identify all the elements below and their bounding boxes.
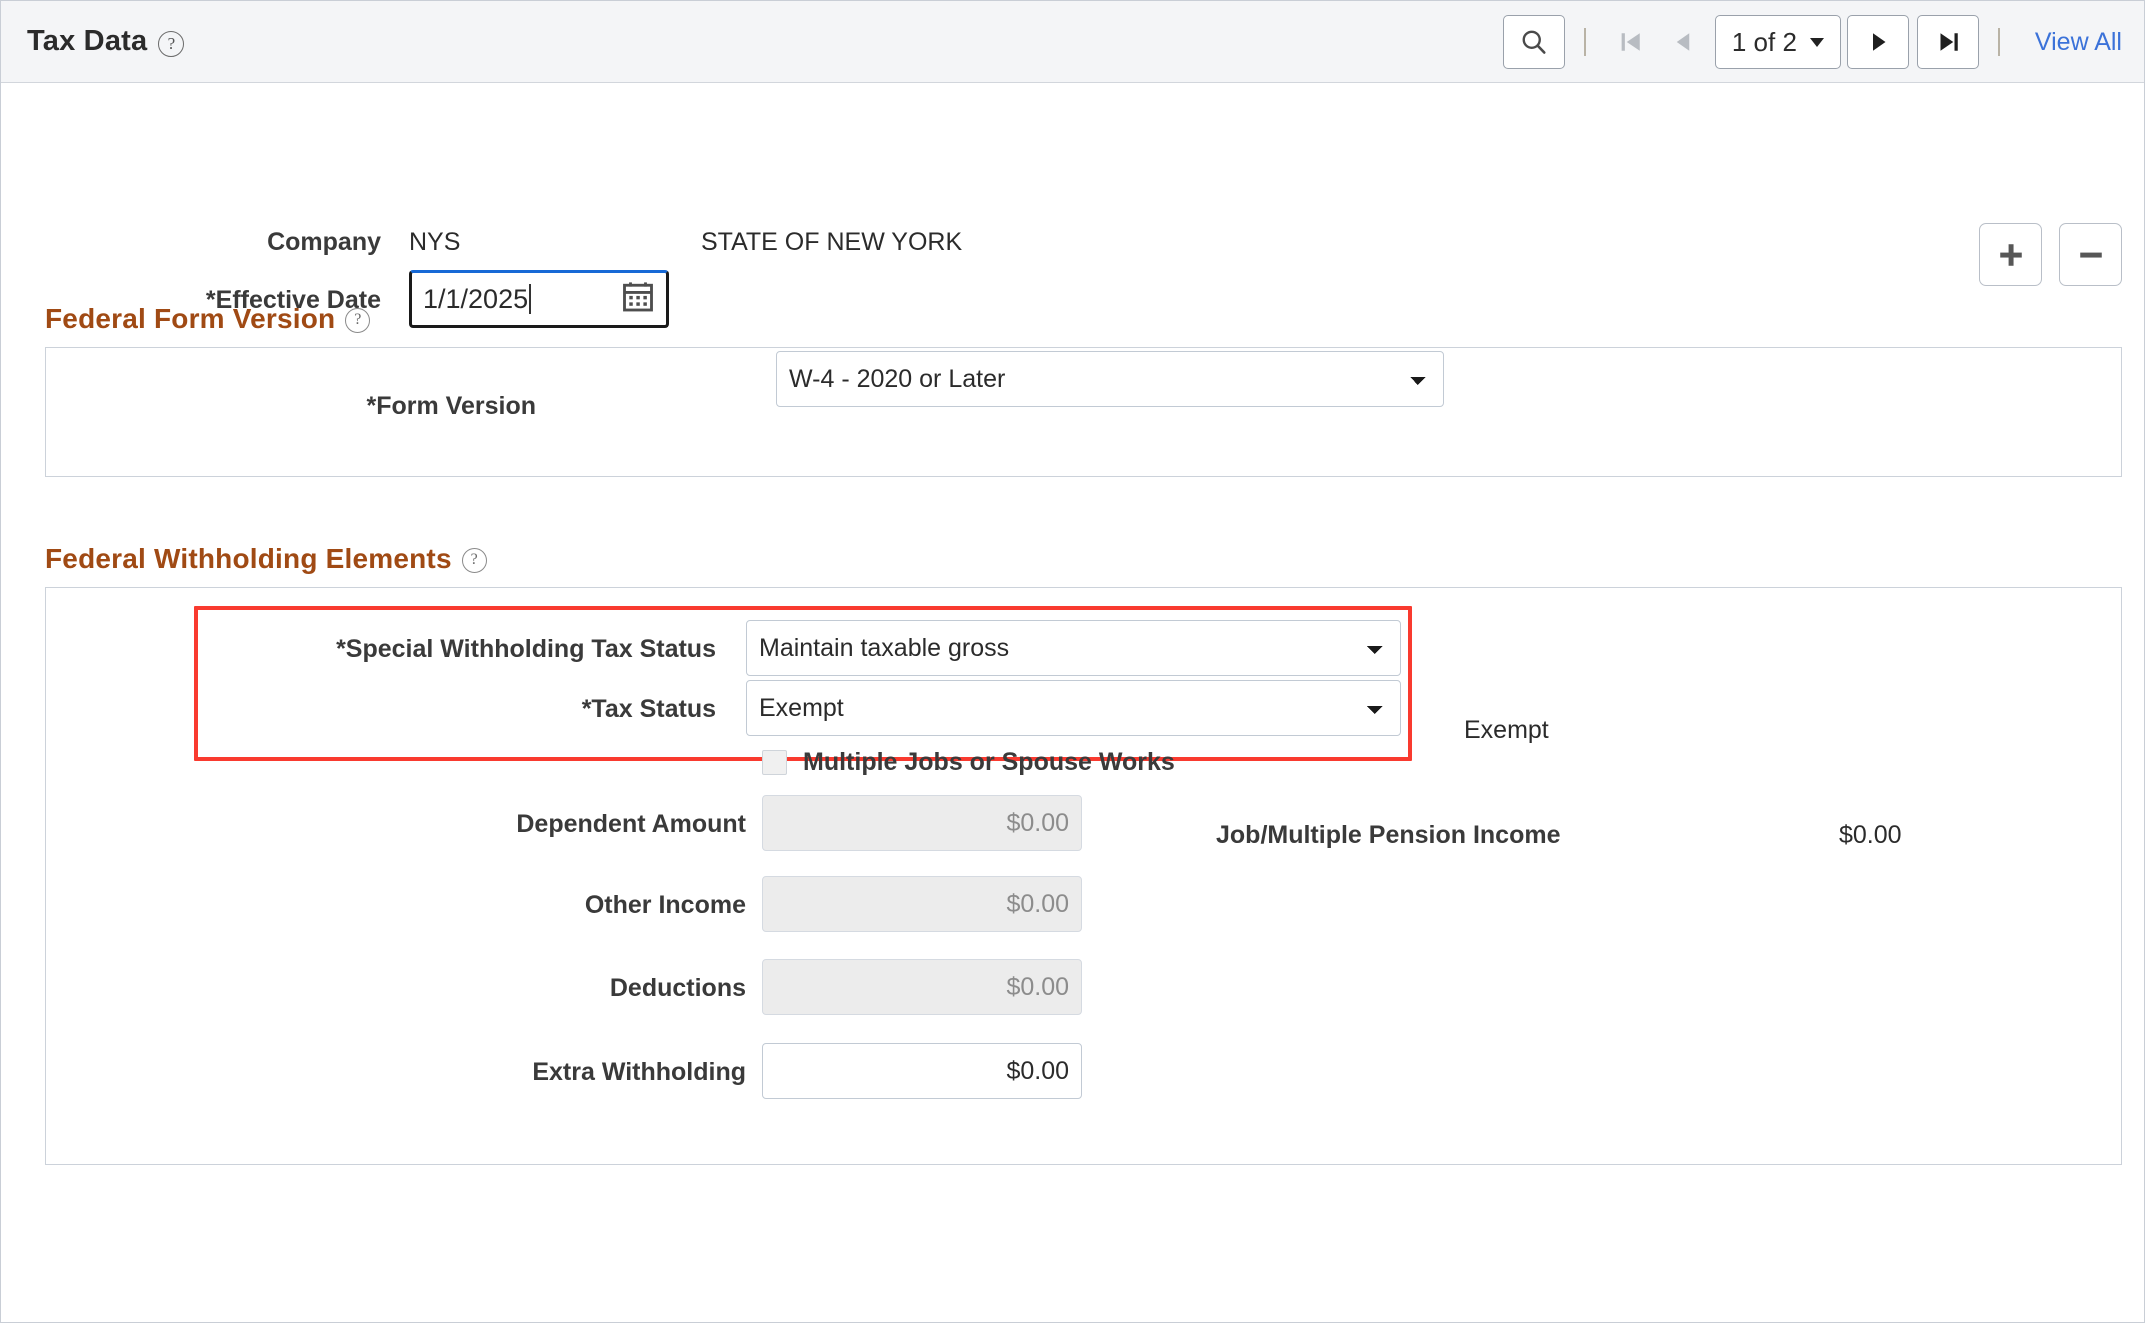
text-cursor	[529, 284, 531, 314]
nav-separator-1	[1584, 28, 1586, 56]
last-page-icon	[1933, 27, 1963, 57]
section-title: Federal Withholding Elements	[45, 543, 452, 575]
multiple-jobs-checkbox-row: Multiple Jobs or Spouse Works	[762, 748, 1175, 777]
last-page-button[interactable]	[1917, 15, 1979, 69]
page-title-group: Tax Data ?	[27, 25, 184, 58]
record-navigation: 1 of 2 View All	[1503, 1, 2122, 83]
previous-page-icon	[1668, 27, 1698, 57]
page-counter-dropdown[interactable]: 1 of 2	[1715, 15, 1841, 69]
federal-withholding-heading: Federal Withholding Elements ?	[1, 543, 2144, 575]
deductions-input	[762, 959, 1082, 1015]
nav-separator-2	[1998, 28, 2000, 56]
other-income-input	[762, 876, 1082, 932]
next-page-button[interactable]	[1847, 15, 1909, 69]
federal-withholding-panel: *Special Withholding Tax Status Maintain…	[45, 587, 2122, 1165]
exempt-status-text: Exempt	[1464, 716, 1549, 745]
company-code-value: NYS	[409, 228, 460, 257]
multiple-jobs-checkbox[interactable]	[762, 750, 787, 775]
record-header-fields: Company NYS STATE OF NEW YORK *Effective…	[1, 83, 2144, 303]
row-action-buttons	[1979, 223, 2122, 286]
company-name-value: STATE OF NEW YORK	[701, 228, 962, 257]
federal-form-version-panel: *Form Version W-4 - 2020 or Later	[45, 347, 2122, 477]
help-circle-icon[interactable]: ?	[462, 548, 487, 573]
extra-withholding-label: Extra Withholding	[306, 1058, 746, 1087]
minus-icon	[2074, 238, 2108, 272]
page-counter-label: 1 of 2	[1732, 27, 1797, 58]
calendar-icon[interactable]	[620, 279, 656, 320]
add-row-button[interactable]	[1979, 223, 2042, 286]
effective-date-label: *Effective Date	[141, 286, 381, 315]
help-circle-icon[interactable]: ?	[158, 31, 184, 57]
page-header: Tax Data ?	[1, 1, 2144, 83]
dependent-amount-label: Dependent Amount	[306, 810, 746, 839]
deductions-label: Deductions	[306, 974, 746, 1003]
federal-form-version-section: Federal Form Version ? *Form Version W-4…	[1, 303, 2144, 477]
pension-income-value: $0.00	[1839, 821, 1902, 850]
plus-icon	[1994, 238, 2028, 272]
search-icon	[1519, 27, 1549, 57]
first-page-button[interactable]	[1605, 15, 1657, 69]
effective-date-value: 1/1/2025	[423, 284, 528, 315]
chevron-down-icon	[1810, 38, 1824, 47]
pension-income-label: Job/Multiple Pension Income	[1216, 821, 1560, 850]
tax-data-page: Tax Data ?	[0, 0, 2145, 1323]
help-circle-icon[interactable]: ?	[345, 308, 370, 333]
first-page-icon	[1616, 27, 1646, 57]
special-withholding-tax-status-select[interactable]: Maintain taxable gross	[746, 620, 1401, 676]
effective-date-input[interactable]: 1/1/2025	[409, 270, 669, 328]
page-title: Tax Data	[27, 25, 147, 58]
form-version-label: *Form Version	[226, 392, 536, 421]
company-label: Company	[141, 228, 381, 257]
federal-withholding-elements-section: Federal Withholding Elements ? *Special …	[1, 543, 2144, 1165]
tax-status-label: *Tax Status	[216, 695, 716, 724]
next-page-icon	[1863, 27, 1893, 57]
search-button[interactable]	[1503, 15, 1565, 69]
delete-row-button[interactable]	[2059, 223, 2122, 286]
view-all-link[interactable]: View All	[2035, 28, 2122, 57]
extra-withholding-input[interactable]	[762, 1043, 1082, 1099]
previous-page-button[interactable]	[1657, 15, 1709, 69]
dependent-amount-input	[762, 795, 1082, 851]
multiple-jobs-label: Multiple Jobs or Spouse Works	[803, 748, 1175, 777]
tax-status-select[interactable]: Exempt	[746, 680, 1401, 736]
form-version-select[interactable]: W-4 - 2020 or Later	[776, 351, 1444, 407]
page-body: Company NYS STATE OF NEW YORK *Effective…	[1, 83, 2144, 1165]
special-withholding-tax-status-label: *Special Withholding Tax Status	[216, 635, 716, 664]
other-income-label: Other Income	[306, 891, 746, 920]
